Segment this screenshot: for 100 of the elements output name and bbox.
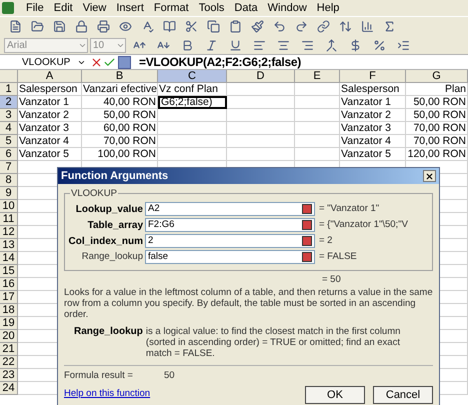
close-icon bbox=[425, 172, 434, 180]
row-header[interactable]: 22 bbox=[0, 356, 18, 369]
row-header[interactable]: 2 bbox=[0, 96, 18, 109]
dialog-button[interactable]: Cancel bbox=[373, 386, 433, 404]
argument-help-label: Range_lookup bbox=[74, 326, 143, 340]
empty-cell bbox=[158, 135, 227, 148]
table-cell: Vanzator 5 bbox=[340, 148, 406, 161]
row-header[interactable]: 20 bbox=[0, 330, 18, 343]
argument-field[interactable]: F2:G6 bbox=[145, 218, 315, 232]
table-cell: Vanzator 1 bbox=[340, 96, 406, 109]
column-header[interactable]: F bbox=[340, 70, 406, 83]
overall-result: = 50 bbox=[322, 273, 342, 287]
empty-cell bbox=[158, 109, 227, 122]
menu-item[interactable]: Help bbox=[312, 0, 344, 16]
formula-result-label: Formula result = bbox=[64, 369, 134, 384]
dialog-title: Function Arguments bbox=[61, 168, 168, 184]
argument-label: Table_array bbox=[86, 218, 144, 232]
menu-item[interactable]: Data bbox=[230, 0, 262, 16]
formula-result-value: 50 bbox=[164, 369, 175, 384]
close-button[interactable] bbox=[423, 170, 436, 182]
table-cell: Vanzari efective bbox=[82, 83, 158, 96]
argument-label: Range_lookup bbox=[80, 250, 144, 264]
row-header[interactable]: 17 bbox=[0, 291, 18, 304]
row-header[interactable]: 8 bbox=[0, 174, 18, 187]
column-header[interactable]: C bbox=[158, 70, 227, 83]
table-cell: Salesperson bbox=[340, 83, 406, 96]
table-cell: 70,00 RON bbox=[406, 135, 468, 148]
empty-cell bbox=[227, 135, 295, 148]
menu-item[interactable]: Edit bbox=[50, 0, 77, 16]
argument-result: = FALSE bbox=[319, 250, 357, 264]
name-box[interactable]: VLOOKUP bbox=[0, 55, 90, 69]
help-link[interactable]: Help on this function bbox=[64, 387, 150, 402]
table-cell: Vanzator 4 bbox=[340, 135, 406, 148]
row-header[interactable]: 23 bbox=[0, 369, 18, 382]
empty-cell bbox=[295, 122, 340, 135]
row-header[interactable]: 16 bbox=[0, 278, 18, 291]
table-cell: Vanzator 3 bbox=[18, 122, 82, 135]
empty-cell bbox=[227, 83, 295, 96]
argument-field[interactable]: A2 bbox=[145, 202, 315, 216]
row-header[interactable]: 11 bbox=[0, 213, 18, 226]
argument-result: = 2 bbox=[319, 234, 332, 248]
table-cell: Vanzator 3 bbox=[340, 122, 406, 135]
dialog-button[interactable]: OK bbox=[305, 386, 365, 404]
table-cell: Vanzator 2 bbox=[340, 109, 406, 122]
table-cell: 50,00 RON bbox=[406, 109, 468, 122]
column-header[interactable]: G bbox=[406, 70, 468, 83]
formula-text[interactable]: =VLOOKUP(A2;F2:G6;2;false) bbox=[139, 53, 301, 71]
menu-item[interactable]: Window bbox=[264, 0, 311, 16]
table-cell: Vanzator 1 bbox=[18, 96, 82, 109]
empty-cell bbox=[295, 135, 340, 148]
argument-result: = "Vanzator 1" bbox=[319, 202, 380, 216]
row-header[interactable]: 13 bbox=[0, 239, 18, 252]
empty-cell bbox=[295, 96, 340, 109]
empty-cell bbox=[227, 109, 295, 122]
row-header[interactable]: 12 bbox=[0, 226, 18, 239]
menu-item[interactable]: Format bbox=[150, 0, 193, 16]
menu-item[interactable]: Tools bbox=[194, 0, 228, 16]
empty-cell bbox=[158, 122, 227, 135]
menu-item[interactable]: Insert bbox=[112, 0, 148, 16]
table-cell: 100,00 RON bbox=[82, 148, 158, 161]
function-icon[interactable] bbox=[118, 56, 131, 68]
row-header[interactable]: 4 bbox=[0, 122, 18, 135]
table-cell: Vanzator 4 bbox=[18, 135, 82, 148]
row-header[interactable]: 5 bbox=[0, 135, 18, 148]
argument-help-text: is a logical value: to find the closest match in the first column (sorted in ascending order) = TRUE or omitted; find an exact match = FALSE. bbox=[146, 326, 402, 360]
empty-cell bbox=[227, 122, 295, 135]
table-cell: 40,00 RON bbox=[82, 96, 158, 109]
row-header[interactable]: 1 bbox=[0, 83, 18, 96]
menu-item[interactable]: View bbox=[78, 0, 110, 16]
table-cell: Plan bbox=[406, 83, 468, 96]
table-cell: 50,00 RON bbox=[406, 96, 468, 109]
column-header[interactable]: A bbox=[18, 70, 82, 83]
row-header[interactable]: 15 bbox=[0, 265, 18, 278]
row-header[interactable]: 24 bbox=[0, 382, 18, 395]
enter-icon[interactable] bbox=[103, 56, 116, 68]
table-cell: 70,00 RON bbox=[82, 135, 158, 148]
row-header[interactable]: 7 bbox=[0, 161, 18, 174]
menu-item[interactable]: File bbox=[22, 0, 48, 16]
argument-field[interactable]: 2 bbox=[145, 234, 315, 248]
column-header[interactable]: B bbox=[82, 70, 158, 83]
argument-field[interactable]: false bbox=[145, 250, 315, 264]
table-cell: Salesperson bbox=[18, 83, 82, 96]
row-header[interactable]: 3 bbox=[0, 109, 18, 122]
table-cell: 60,00 RON bbox=[82, 122, 158, 135]
row-header[interactable]: 6 bbox=[0, 148, 18, 161]
row-header[interactable]: 21 bbox=[0, 343, 18, 356]
row-header[interactable]: 18 bbox=[0, 304, 18, 317]
row-header[interactable]: 19 bbox=[0, 317, 18, 330]
cancel-icon[interactable] bbox=[90, 56, 103, 68]
row-header[interactable]: 9 bbox=[0, 187, 18, 200]
argument-label: Lookup_value bbox=[74, 202, 144, 216]
row-header[interactable]: 10 bbox=[0, 200, 18, 213]
column-header[interactable]: D bbox=[227, 70, 295, 83]
empty-cell bbox=[295, 109, 340, 122]
table-cell: Vanzator 5 bbox=[18, 148, 82, 161]
row-header[interactable]: 14 bbox=[0, 252, 18, 265]
function-description: Looks for a value in the leftmost column of a table, and then returns a value in the same row from a column you specify. By default, the table must be sorted in an ascending order. bbox=[64, 287, 433, 320]
column-header[interactable]: E bbox=[295, 70, 340, 83]
table-cell: Vz conf Plan bbox=[158, 83, 227, 96]
table-cell: 120,00 RON bbox=[406, 148, 468, 161]
